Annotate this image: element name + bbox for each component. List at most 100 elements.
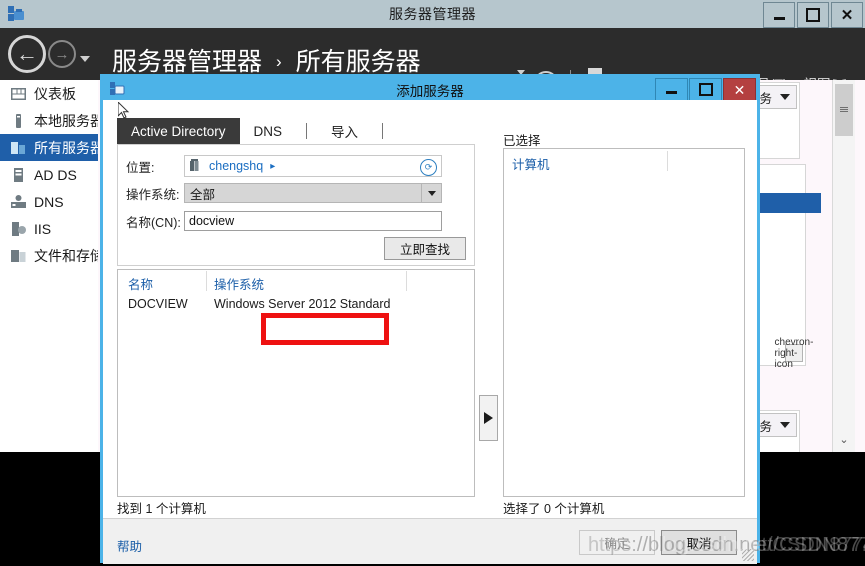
sidebar-item-ad-ds[interactable]: AD DS [0,161,98,188]
sidebar-item-label: AD DS [34,166,77,183]
sidebar-item-dashboard[interactable]: 仪表板 [0,80,98,107]
tab-active-directory[interactable]: Active Directory [117,118,240,144]
refresh-icon: ⟳ [424,162,433,172]
help-link[interactable]: 帮助 [117,536,142,555]
location-value: chengshq [209,159,264,173]
domain-icon [190,159,199,171]
search-criteria-panel: 位置: chengshq ▸ ⟳ 操作系统: 全部 名称(CN): docvie… [117,144,475,266]
content-scrollbar[interactable]: ⌄ [832,80,855,452]
column-header-computer[interactable]: 计算机 [512,154,550,173]
search-results-list[interactable]: 名称 操作系统 DOCVIEW Windows Server 2012 Stan… [117,269,475,497]
name-cn-label: 名称(CN): [126,215,181,230]
select-caret-button[interactable] [421,184,441,202]
close-icon: ✕ [733,81,746,98]
selected-list[interactable]: 计算机 [503,148,745,497]
dialog-minimize-button[interactable] [655,78,688,101]
sidebar-item-label: 文件和存储 [34,247,104,264]
location-row: 位置: chengshq ▸ ⟳ [126,155,442,177]
header-divider [406,271,407,291]
sidebar-item-file-and-storage[interactable]: 文件和存储 [0,242,104,269]
back-button[interactable]: ← [8,35,46,73]
sidebar-item-label: IIS [34,220,52,237]
main-window-title: 服务器管理器 [389,6,476,22]
chevron-down-icon: ⌄ [839,433,849,446]
breadcrumb-root[interactable]: 服务器管理器 [112,48,262,76]
main-title-bar: 服务器管理器 ✕ [0,0,865,28]
name-cn-input[interactable]: docview [184,211,442,231]
operating-system-label: 操作系统: [126,187,180,202]
grid-scroll-right-button[interactable]: chevron-right-icon [775,337,814,370]
sidebar-item-label: DNS [34,193,64,210]
dialog-body: Active Directory DNS 导入 位置: chengshq ▸ ⟳… [103,100,757,564]
results-count-text: 找到 1 个计算机 [117,502,206,516]
dialog-tabs: Active Directory DNS 导入 [117,118,393,144]
tab-dns[interactable]: DNS [240,118,297,144]
cell-name: DOCVIEW [128,297,188,311]
breadcrumb-current: 所有服务器 [295,48,421,76]
location-field[interactable]: chengshq ▸ ⟳ [184,155,442,177]
location-refresh-button[interactable]: ⟳ [420,159,437,176]
move-to-selected-button[interactable] [479,395,498,441]
close-icon: ✕ [840,6,854,24]
grip-icon [840,107,848,113]
forward-arrow-icon: → [54,45,70,63]
file-storage-icon [11,249,26,262]
chevron-down-icon[interactable] [80,56,90,62]
breadcrumb: 服务器管理器 › 所有服务器 [112,42,421,78]
operating-system-row: 操作系统: 全部 [126,183,442,203]
ad-ds-icon [14,167,23,182]
local-server-icon [16,113,21,128]
caret-down-icon [427,190,436,196]
sidebar-item-iis[interactable]: IIS [0,215,98,242]
caret-down-icon [780,94,790,100]
tab-label: 导入 [331,125,359,140]
sidebar-item-all-servers[interactable]: 所有服务器 [0,134,104,161]
maximize-icon [698,83,713,96]
operating-system-select[interactable]: 全部 [184,183,442,203]
minimize-button[interactable] [763,2,795,28]
watermark: https://blog.csdn.net/CSDN877425287 [588,534,865,556]
caret-down-icon [780,422,790,428]
operating-system-value: 全部 [190,187,216,202]
close-button[interactable]: ✕ [831,2,863,28]
dashboard-icon [11,87,26,100]
maximize-button[interactable] [797,2,829,28]
column-header-name[interactable]: 名称 [128,274,153,293]
sidebar-item-local-server[interactable]: 本地服务器 [0,107,104,134]
main-window-controls: ✕ [761,2,863,28]
dialog-close-button[interactable]: ✕ [723,78,756,101]
tab-label: DNS [253,123,283,139]
scroll-down-button[interactable]: ⌄ [835,430,853,448]
scrollbar-thumb[interactable] [835,84,853,136]
dialog-maximize-button[interactable] [689,78,722,101]
minimize-icon [666,91,677,94]
screen: 服务器管理器 ✕ ← → 服务器管理器 › 所有服务器 ⟳ [0,0,865,566]
dialog-window-controls: ✕ [654,78,756,101]
location-label: 位置: [126,160,155,175]
navigation-ribbon: ← → 服务器管理器 › 所有服务器 ⟳ 管理(M) 工具(T) [0,28,865,95]
tab-divider [382,123,384,139]
find-now-button[interactable]: 立即查找 [384,237,466,260]
back-arrow-icon: ← [16,41,38,66]
column-header-os[interactable]: 操作系统 [214,274,264,293]
annotation-highlight-box [261,313,389,345]
dialog-title-bar: 添加服务器 ✕ [103,77,757,101]
tab-import[interactable]: 导入 [317,118,372,144]
name-cn-row: 名称(CN): docview [126,211,442,231]
sidebar-item-dns[interactable]: DNS [0,188,98,215]
tab-divider [306,123,308,139]
forward-button[interactable]: → [48,40,76,68]
dns-icon [11,194,26,208]
results-header-row: 名称 操作系统 [118,270,474,292]
sidebar-item-label: 本地服务器 [34,112,104,129]
selected-count-text: 选择了 0 个计算机 [503,502,605,516]
move-right-arrow-icon [484,412,493,424]
header-divider [206,271,207,291]
find-now-label: 立即查找 [399,243,450,257]
tab-label: Active Directory [131,123,226,139]
add-servers-dialog: 添加服务器 ✕ Active Directory DNS 导入 位置: chen… [100,74,760,564]
mouse-pointer-icon [118,102,130,119]
all-servers-icon [11,141,25,154]
header-divider [667,151,668,171]
minimize-icon [773,16,785,20]
